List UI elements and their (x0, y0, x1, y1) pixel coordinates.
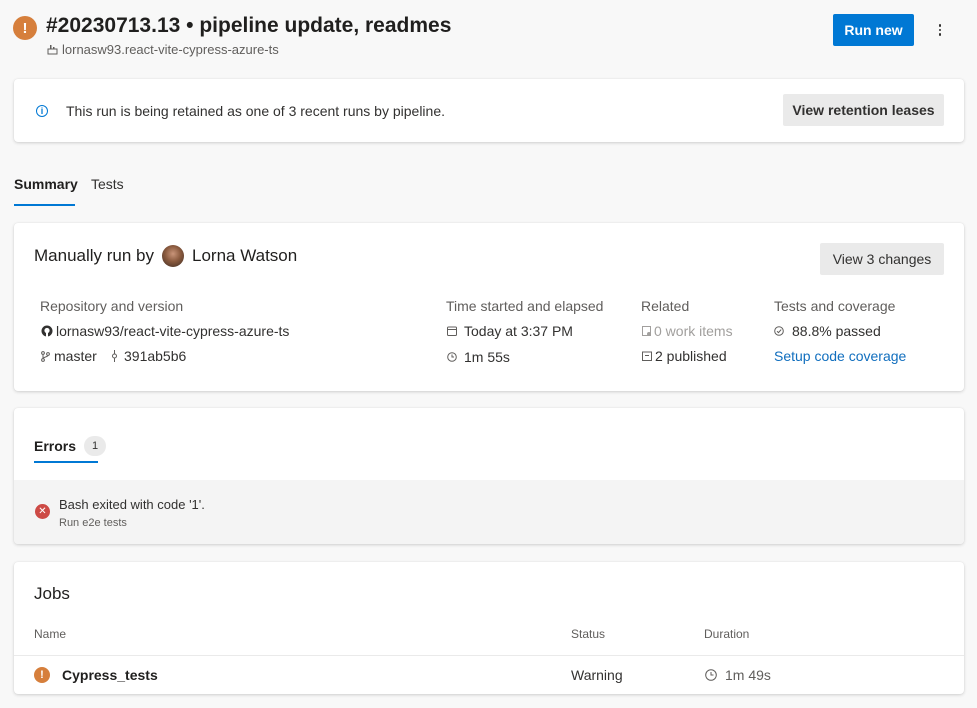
github-icon (40, 325, 53, 338)
commit-hash: 391ab5b6 (124, 348, 187, 364)
repository-name: lornasw93/react-vite-cypress-azure-ts (56, 323, 290, 339)
commit-icon (110, 350, 118, 362)
page-title: #20230713.13 • pipeline update, readmes (46, 14, 452, 37)
view-retention-leases-label: View retention leases (792, 102, 935, 118)
clock-icon (705, 669, 717, 681)
errors-tab[interactable]: Errors 1 (34, 436, 107, 456)
work-items[interactable]: 0 work items (641, 323, 733, 339)
repo-icon (46, 44, 58, 56)
view-retention-leases-button[interactable]: View retention leases (783, 94, 944, 126)
time-started: Today at 3:37 PM (446, 323, 573, 339)
manually-run-by: Manually run by Lorna Watson (34, 245, 297, 267)
work-items-value: 0 work items (654, 323, 733, 339)
clock-icon (446, 352, 457, 363)
errors-tab-underline (34, 461, 98, 463)
branch-icon (40, 350, 50, 362)
tab-summary[interactable]: Summary (14, 176, 78, 192)
warning-icon: ! (22, 19, 28, 37)
check-circle-icon (774, 326, 784, 336)
info-icon: i (36, 105, 48, 117)
work-item-icon (641, 325, 652, 337)
setup-code-coverage-link[interactable]: Setup code coverage (774, 348, 906, 364)
published-artifacts[interactable]: 2 published (641, 348, 727, 364)
time-heading: Time started and elapsed (446, 298, 604, 314)
job-duration-value: 1m 49s (725, 667, 771, 683)
published-value: 2 published (655, 348, 727, 364)
avatar (162, 245, 185, 267)
tab-tests[interactable]: Tests (91, 176, 124, 192)
table-row[interactable]: ! Cypress_tests Warning 1m 49s (14, 656, 964, 694)
errors-card: Errors 1 ✕ Bash exited with code '1'. Ru… (14, 408, 964, 544)
error-message: Bash exited with code '1'. (59, 497, 205, 512)
tab-summary-label: Summary (14, 176, 78, 192)
tab-summary-underline (14, 204, 75, 206)
error-item[interactable]: ✕ Bash exited with code '1'. Run e2e tes… (14, 480, 964, 544)
run-new-button[interactable]: Run new (833, 14, 914, 46)
repository-heading: Repository and version (40, 298, 184, 314)
more-vertical-icon[interactable] (932, 20, 948, 40)
calendar-icon (446, 326, 457, 337)
tests-heading: Tests and coverage (774, 298, 896, 314)
tests-passed-value: 88.8% passed (792, 323, 881, 339)
view-changes-label: View 3 changes (832, 251, 932, 267)
jobs-card: Jobs Name Status Duration ! Cypress_test… (14, 562, 964, 694)
error-list: ✕ Bash exited with code '1'. Run e2e tes… (14, 480, 964, 544)
error-source: Run e2e tests (59, 517, 127, 529)
summary-card: Manually run by Lorna Watson View 3 chan… (14, 223, 964, 391)
errors-count-badge: 1 (84, 436, 107, 456)
user-name[interactable]: Lorna Watson (192, 246, 297, 266)
job-name: Cypress_tests (62, 667, 158, 683)
job-status: Warning (571, 667, 623, 683)
time-elapsed-value: 1m 55s (464, 349, 510, 365)
time-started-value: Today at 3:37 PM (464, 323, 573, 339)
retention-message: This run is being retained as one of 3 r… (66, 103, 446, 119)
repository-link[interactable]: lornasw93/react-vite-cypress-azure-ts (40, 323, 289, 339)
related-heading: Related (641, 298, 690, 314)
tests-passed[interactable]: 88.8% passed (774, 323, 881, 339)
view-changes-button[interactable]: View 3 changes (820, 243, 944, 275)
job-warning-icon: ! (34, 667, 50, 683)
jobs-column-status: Status (571, 627, 606, 641)
retention-banner: i This run is being retained as one of 3… (14, 79, 964, 142)
repo-breadcrumb[interactable]: lornasw93.react-vite-cypress-azure-ts (46, 42, 279, 57)
branch[interactable]: master (40, 348, 97, 364)
job-duration: 1m 49s (705, 667, 771, 683)
header-status-icon: ! (13, 16, 37, 40)
branch-name: master (54, 348, 97, 364)
error-icon: ✕ (35, 504, 50, 519)
jobs-title: Jobs (34, 584, 70, 603)
errors-tab-label: Errors (34, 438, 77, 454)
tab-tests-label: Tests (91, 176, 124, 192)
run-new-label: Run new (844, 22, 903, 38)
repo-name: lornasw93.react-vite-cypress-azure-ts (62, 42, 279, 57)
time-elapsed: 1m 55s (446, 349, 510, 365)
jobs-column-name: Name (34, 627, 67, 641)
manually-run-by-label: Manually run by (34, 246, 155, 265)
artifact-icon (641, 351, 652, 362)
commit[interactable]: 391ab5b6 (110, 348, 186, 364)
jobs-column-duration: Duration (704, 627, 750, 641)
